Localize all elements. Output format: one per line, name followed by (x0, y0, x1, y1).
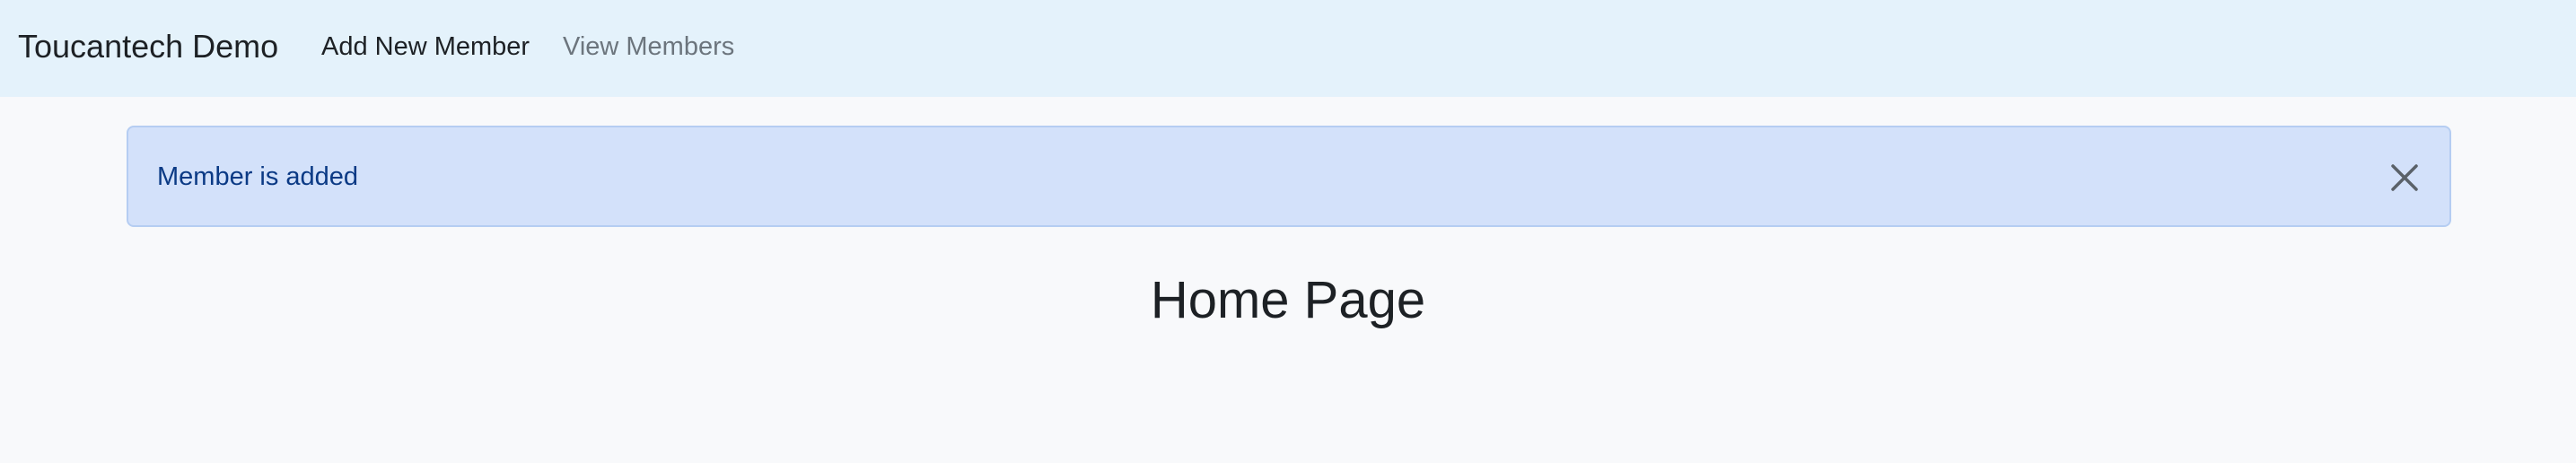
brand-link[interactable]: Toucantech Demo (18, 23, 278, 70)
alert-message: Member is added (157, 162, 359, 191)
top-navbar: Toucantech Demo Add New Member View Memb… (0, 0, 2576, 97)
close-icon[interactable] (2385, 158, 2424, 197)
success-alert: Member is added (127, 126, 2451, 227)
nav-add-new-member[interactable]: Add New Member (321, 27, 530, 66)
nav-view-members[interactable]: View Members (563, 27, 734, 66)
page-title: Home Page (1150, 271, 1426, 329)
